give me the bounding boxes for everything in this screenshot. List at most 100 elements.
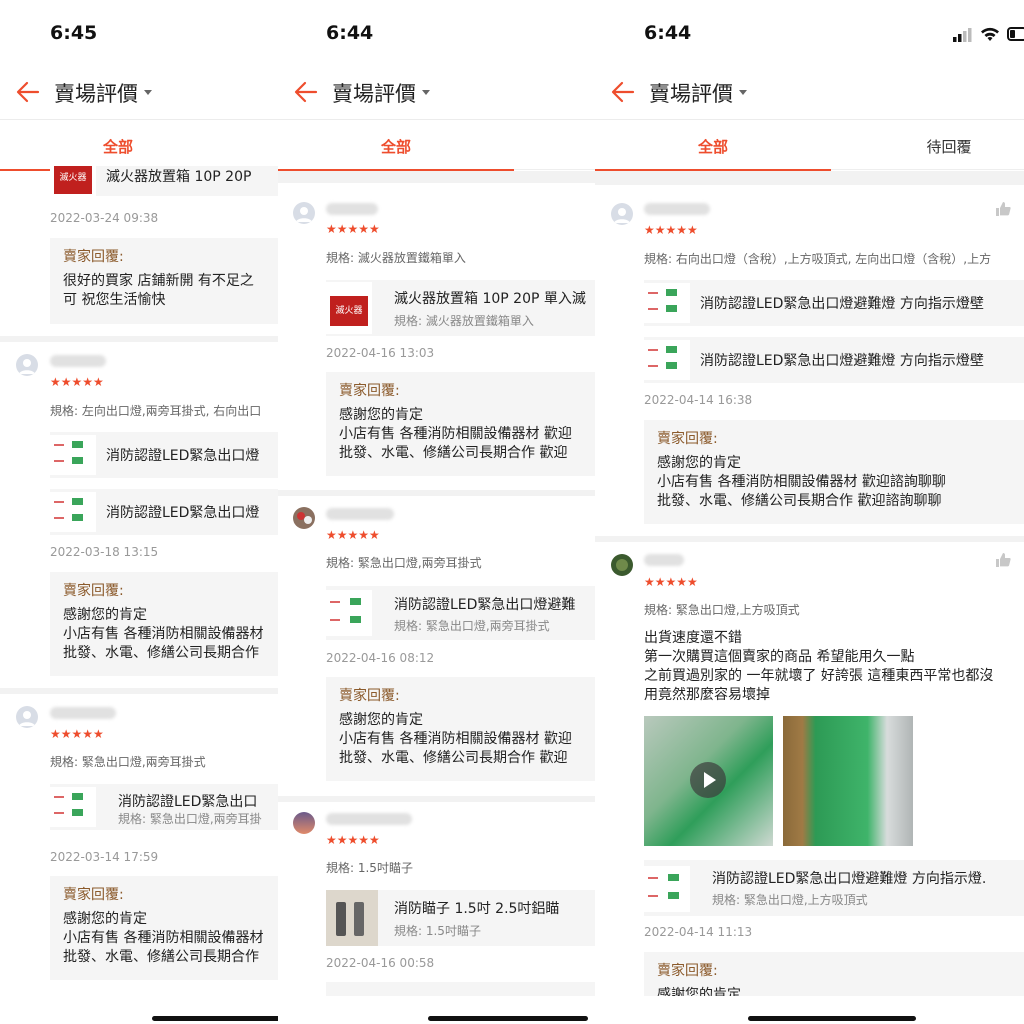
home-indicator[interactable]: [428, 1016, 588, 1021]
product-name: 滅火器放置箱 10P 20P 單入滅: [394, 291, 586, 307]
username-blurred: [644, 203, 710, 215]
review-video-thumbnail[interactable]: [644, 716, 773, 846]
divider: [595, 536, 1024, 542]
reply-label: 賣家回覆:: [63, 583, 124, 599]
page-title[interactable]: 賣場評價: [54, 78, 152, 108]
product-spec: 規格: 滅火器放置鐵箱單入: [394, 314, 534, 328]
review-spec: 規格: 1.5吋瞄子: [326, 861, 413, 875]
product-name: 消防認證LED緊急出口燈: [106, 505, 260, 521]
username-blurred: [326, 508, 394, 520]
caret-down-icon: [422, 89, 430, 95]
home-indicator[interactable]: [152, 1016, 278, 1021]
product-card[interactable]: 消防認證LED緊急出口燈: [50, 432, 278, 478]
tab-pending-reply[interactable]: 待回覆: [831, 122, 1024, 170]
reply-label: 賣家回覆:: [657, 431, 718, 447]
panel-3: 6:44 賣場評價 全部 待回覆 ★★★★★ 規格: 右向出口燈（含稅）,上方吸…: [595, 0, 1024, 1024]
back-arrow-icon[interactable]: [14, 78, 42, 106]
avatar: [611, 203, 633, 225]
caret-down-icon: [144, 89, 152, 95]
review-date: 2022-04-14 11:13: [644, 925, 753, 939]
thumbs-up-icon[interactable]: [995, 552, 1011, 568]
product-spec: 規格: 1.5吋瞄子: [394, 924, 481, 938]
status-time: 6:45: [50, 22, 98, 44]
thumbs-up-icon[interactable]: [995, 201, 1011, 217]
status-time: 6:44: [326, 22, 374, 44]
back-arrow-icon[interactable]: [609, 78, 637, 106]
avatar: [293, 507, 315, 529]
page-title[interactable]: 賣場評價: [649, 78, 747, 108]
reply-text: 感謝您的肯定 小店有售 各種消防相關設備器材 歡迎 批發、水電、修繕公司長期合作…: [339, 712, 572, 766]
play-icon[interactable]: [690, 762, 726, 798]
avatar: [293, 812, 315, 834]
product-name: 消防認證LED緊急出口燈避難燈 方向指示燈壁: [700, 353, 984, 369]
reply-label: 賣家回覆:: [657, 963, 718, 979]
battery-icon: [1007, 27, 1024, 41]
product-card[interactable]: 消防認證LED緊急出口燈避難燈 方向指示燈壁: [644, 337, 1024, 383]
panel-2: 6:44 賣場評價 全部 ★★★★★ 規格: 滅火器放置鐵箱單入 滅火器 滅火器…: [278, 0, 595, 1024]
reply-text: 感謝您的肯定: [657, 987, 741, 996]
review-date: 2022-04-16 08:12: [326, 651, 435, 665]
reply-text: 很好的買家 店鋪新開 有不足之 可 祝您生活愉快: [63, 273, 254, 308]
status-time: 6:44: [644, 22, 692, 44]
review-date: 2022-03-18 13:15: [50, 545, 159, 559]
home-indicator[interactable]: [748, 1016, 916, 1021]
seller-reply: 賣家回覆: 感謝您的肯定 小店有售 各種消防相關設備器材 批發、水電、修繕公司長期…: [50, 876, 278, 980]
product-card[interactable]: 滅火器 滅火器放置箱 10P 20P 單入滅 規格: 滅火器放置鐵箱單入: [326, 280, 595, 336]
star-rating: ★★★★★: [326, 833, 380, 847]
product-image: [50, 787, 96, 827]
reply-label: 賣家回覆:: [63, 249, 124, 265]
product-image: [50, 435, 96, 475]
divider: [278, 171, 595, 183]
review-spec: 規格: 滅火器放置鐵箱單入: [326, 251, 466, 265]
product-image: 滅火器: [326, 282, 372, 334]
product-card[interactable]: 消防認證LED緊急出口 規格: 緊急出口燈,兩旁耳掛: [50, 784, 278, 830]
seller-reply: 賣家回覆: 感謝您的肯定 小店有售 各種消防相關設備器材 歡迎諮詢聊聊 批發、水電…: [644, 420, 1024, 524]
product-card[interactable]: 消防認證LED緊急出口燈避難 規格: 緊急出口燈,兩旁耳掛式: [326, 586, 595, 640]
tab-all[interactable]: 全部: [278, 122, 514, 171]
back-arrow-icon[interactable]: [292, 78, 320, 106]
product-name: 消防認證LED緊急出口燈避難: [394, 597, 576, 613]
tab-all[interactable]: 全部: [595, 122, 831, 171]
product-name: 消防認證LED緊急出口燈: [106, 448, 260, 464]
username-blurred: [326, 813, 412, 825]
review-date: 2022-03-14 17:59: [50, 850, 159, 864]
product-name: 消防瞄子 1.5吋 2.5吋鋁瞄: [394, 901, 560, 917]
avatar: [16, 706, 38, 728]
reply-label: 賣家回覆:: [339, 383, 400, 399]
product-name: 消防認證LED緊急出口燈避難燈 方向指示燈壁: [700, 296, 984, 312]
review-date: 2022-04-16 00:58: [326, 956, 435, 970]
product-image: [644, 340, 690, 380]
page-title[interactable]: 賣場評價: [332, 78, 430, 108]
header: 賣場評價: [595, 62, 1024, 120]
reply-label: 賣家回覆:: [339, 688, 400, 704]
review-spec: 規格: 緊急出口燈,兩旁耳掛式: [326, 556, 482, 570]
tab-all[interactable]: 全部: [0, 122, 236, 171]
review-spec: 規格: 緊急出口燈,上方吸頂式: [644, 603, 800, 617]
divider: [278, 490, 595, 496]
page-title-text: 賣場評價: [54, 82, 138, 106]
tab-bar: 全部: [0, 122, 278, 171]
reply-text: 感謝您的肯定 小店有售 各種消防相關設備器材 批發、水電、修繕公司長期合作: [63, 911, 264, 965]
tab-bar: 全部: [278, 122, 595, 171]
review-photo[interactable]: [783, 716, 913, 846]
product-spec: 規格: 緊急出口燈,兩旁耳掛式: [394, 619, 550, 633]
product-image-text: 滅火器: [54, 166, 92, 194]
reply-text: 感謝您的肯定 小店有售 各種消防相關設備器材 歡迎諮詢聊聊 批發、水電、修繕公司…: [657, 455, 946, 509]
username-blurred: [50, 355, 106, 367]
seller-reply: 賣家回覆: 感謝您的肯定 小店有售 各種消防相關設備器材 歡迎 批發、水電、修繕公…: [326, 677, 595, 781]
reply-label: 賣家回覆:: [63, 887, 124, 903]
tab-bar: 全部 待回覆: [595, 122, 1024, 171]
star-rating: ★★★★★: [644, 575, 698, 589]
product-card[interactable]: 消防認證LED緊急出口燈避難燈 方向指示燈壁: [644, 280, 1024, 326]
seller-reply: 賣家回覆: 感謝您的肯定 小店有售 各種消防相關設備器材 歡迎 批發、水電、修繕公…: [326, 372, 595, 476]
username-blurred: [50, 707, 116, 719]
star-rating: ★★★★★: [50, 727, 104, 741]
product-card[interactable]: 滅火器 滅火器放置箱 10P 20P: [50, 166, 278, 196]
product-card[interactable]: 消防認證LED緊急出口燈: [50, 489, 278, 535]
product-image: [326, 590, 372, 636]
product-spec: 規格: 緊急出口燈,上方吸頂式: [712, 893, 868, 907]
product-card[interactable]: 消防認證LED緊急出口燈避難燈 方向指示燈. 規格: 緊急出口燈,上方吸頂式: [644, 860, 1024, 916]
product-card[interactable]: 消防瞄子 1.5吋 2.5吋鋁瞄 規格: 1.5吋瞄子: [326, 890, 595, 946]
product-image: [644, 283, 690, 323]
review-spec: 規格: 緊急出口燈,兩旁耳掛式: [50, 755, 206, 769]
